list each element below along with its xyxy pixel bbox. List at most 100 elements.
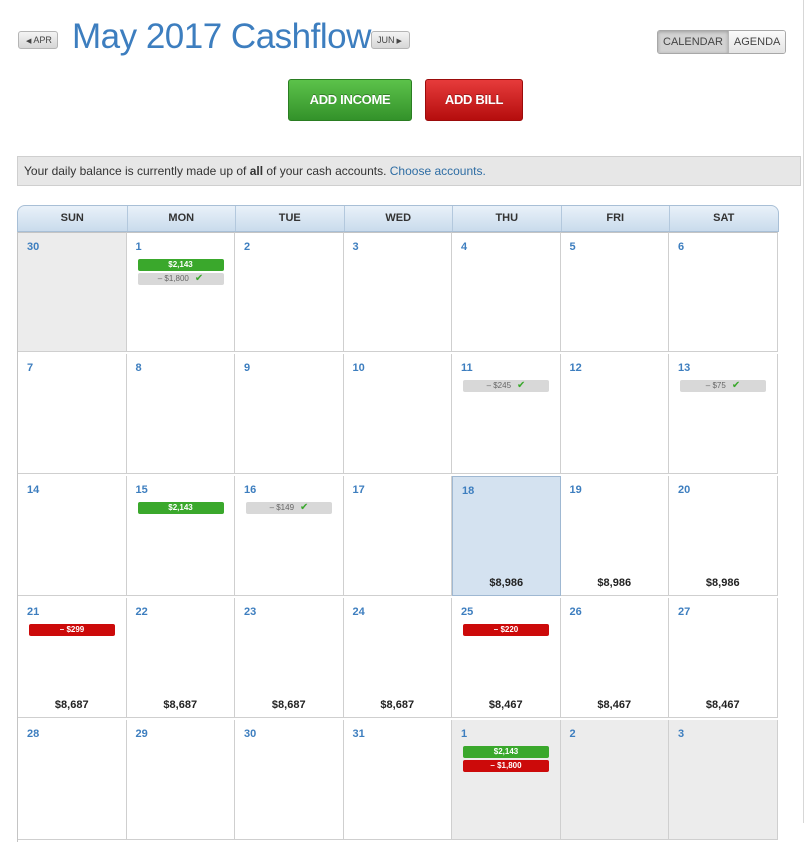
day-cell[interactable]: 4 (452, 232, 561, 352)
event-amount: $2,143 (168, 503, 193, 512)
income-event[interactable]: $2,143 (137, 259, 224, 271)
day-cell[interactable]: 1 $2,143 – $1,800 (452, 720, 561, 840)
day-cell[interactable]: 27 $8,467 (669, 598, 778, 718)
add-income-button[interactable]: ADD INCOME (288, 79, 412, 121)
day-cell[interactable]: 30 (18, 232, 127, 352)
day-cell[interactable]: 13 – $75 ✔ (669, 354, 778, 474)
daily-balance: $8,687 (163, 699, 198, 711)
day-number: 18 (462, 485, 475, 497)
day-cell[interactable]: 19 $8,986 (560, 476, 669, 596)
day-number: 1 (135, 241, 142, 253)
day-number: 19 (569, 484, 582, 496)
bill-event[interactable]: – $149 ✔ (246, 502, 332, 514)
day-cell[interactable]: 6 (669, 232, 778, 352)
next-month-button[interactable]: JUN ▶ (371, 31, 410, 49)
day-cell[interactable]: 15 $2,143 (126, 476, 235, 596)
day-number: 13 (678, 362, 691, 374)
bill-event[interactable]: – $1,800 ✔ (137, 273, 224, 285)
day-number: 21 (27, 606, 40, 618)
day-cell[interactable]: 12 (560, 354, 669, 474)
day-cell[interactable]: 26 $8,467 (560, 598, 669, 718)
day-cell[interactable]: 2 (235, 232, 344, 352)
info-text-1: Your daily balance is currently made up … (24, 164, 250, 178)
daily-balance: $8,467 (488, 699, 523, 711)
bill-event[interactable]: – $220 (463, 624, 549, 636)
day-cell[interactable]: 8 (126, 354, 235, 474)
day-cell[interactable]: 21 – $299 $8,687 (18, 598, 127, 718)
weekday-label: SAT (669, 206, 778, 231)
next-month-label: JUN (377, 35, 395, 45)
day-cell-today[interactable]: 18 $8,986 (452, 476, 561, 596)
event-amount: – $1,800 (157, 274, 189, 283)
day-number: 29 (135, 728, 148, 740)
day-cell[interactable]: 14 (18, 476, 127, 596)
day-cell[interactable]: 30 (235, 720, 344, 840)
income-event[interactable]: $2,143 (137, 502, 224, 514)
day-number: 27 (678, 606, 691, 618)
day-number: 9 (244, 362, 251, 374)
day-number: 15 (135, 484, 148, 496)
choose-accounts-link[interactable]: Choose accounts. (390, 164, 486, 178)
event-amount: – $149 (269, 503, 295, 512)
day-cell[interactable]: 22 $8,687 (126, 598, 235, 718)
day-number: 11 (461, 362, 473, 374)
day-cell[interactable]: 1 $2,143 – $1,800 ✔ (126, 232, 235, 352)
info-text-2: of your cash accounts. (263, 164, 390, 178)
day-cell[interactable]: 7 (18, 354, 127, 474)
bill-event[interactable]: – $1,800 (463, 760, 549, 772)
event-amount: $2,143 (168, 260, 193, 269)
calendar-view-button[interactable]: CALENDAR (658, 31, 728, 53)
day-number: 24 (352, 606, 365, 618)
day-cell[interactable]: 16 – $149 ✔ (235, 476, 344, 596)
day-number: 1 (461, 728, 468, 740)
day-number: 3 (678, 728, 685, 740)
day-number: 17 (352, 484, 365, 496)
weekday-label: MON (126, 206, 236, 231)
calendar-week: 7 8 9 10 11 – $245 ✔ 12 13 – $75 ✔ (18, 354, 779, 476)
day-cell[interactable]: 3 (669, 720, 778, 840)
day-cell[interactable]: 20 $8,986 (669, 476, 778, 596)
day-cell[interactable]: 31 (343, 720, 452, 840)
agenda-view-button[interactable]: AGENDA (727, 31, 786, 53)
day-number: 23 (244, 606, 257, 618)
day-number: 22 (135, 606, 148, 618)
daily-balance: $8,986 (705, 577, 740, 589)
prev-month-label: APR (33, 35, 52, 45)
day-cell[interactable]: 23 $8,687 (235, 598, 344, 718)
day-cell[interactable]: 10 (343, 354, 452, 474)
day-number: 30 (27, 241, 40, 253)
calendar-week: 28 29 30 31 1 $2,143 – $1,800 2 3 (18, 720, 779, 842)
day-cell[interactable]: 5 (560, 232, 669, 352)
prev-month-button[interactable]: ◀ APR (18, 31, 58, 49)
day-number: 30 (244, 728, 257, 740)
day-number: 4 (461, 241, 468, 253)
day-cell[interactable]: 24 $8,687 (343, 598, 452, 718)
income-event[interactable]: $2,143 (463, 746, 549, 758)
day-number: 8 (135, 362, 142, 374)
day-number: 3 (352, 241, 359, 253)
add-bill-button[interactable]: ADD BILL (425, 79, 523, 121)
day-cell[interactable]: 2 (560, 720, 669, 840)
day-cell[interactable]: 25 – $220 $8,467 (452, 598, 561, 718)
day-cell[interactable]: 29 (126, 720, 235, 840)
bill-event[interactable]: – $75 ✔ (680, 380, 766, 392)
weekday-header: SUN MON TUE WED THU FRI SAT (17, 205, 779, 232)
bill-event[interactable]: – $245 ✔ (463, 380, 549, 392)
day-cell[interactable]: 9 (235, 354, 344, 474)
calendar-grid: 30 1 $2,143– $1,800 ✔ 2 3 4 5 6 7 8 9 10 11– $245 ✔ 12 1… (17, 232, 779, 842)
day-cell[interactable]: 28 (18, 720, 127, 840)
day-cell[interactable]: 11 – $245 ✔ (452, 354, 561, 474)
event-amount: – $75 (705, 381, 726, 390)
calendar-week: 30 1 $2,143 – $1,800 ✔ 2 3 4 5 6 (18, 232, 779, 354)
day-cell[interactable]: 3 (343, 232, 452, 352)
event-amount: – $1,800 (490, 761, 522, 770)
day-cell[interactable]: 17 (343, 476, 452, 596)
bill-event[interactable]: – $299 (29, 624, 115, 636)
day-number: 31 (352, 728, 365, 740)
day-number: 14 (27, 484, 40, 496)
view-toggle: CALENDAR AGENDA (657, 30, 787, 54)
paid-check-icon: ✔ (731, 380, 741, 391)
day-number: 2 (569, 728, 576, 740)
event-amount: – $299 (59, 625, 85, 634)
weekday-label: TUE (235, 206, 344, 231)
